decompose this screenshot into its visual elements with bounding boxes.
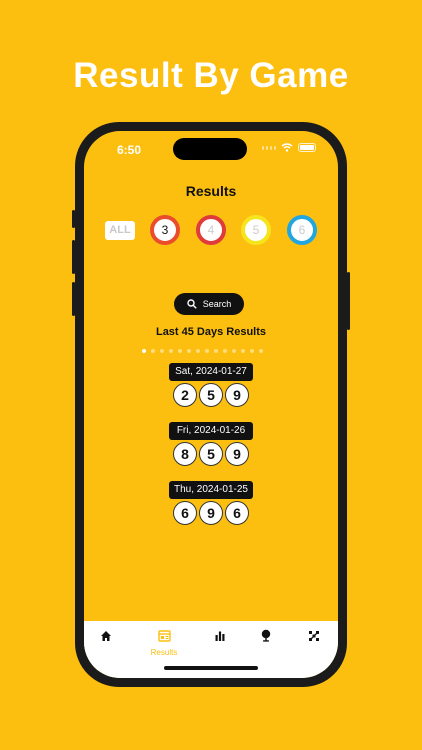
result-number-ball: 2	[173, 383, 197, 407]
draw-date: Fri, 2024-01-26	[169, 422, 253, 440]
app-screen: 6:50 Results ALL 3 4 5 6 Search Last 45 …	[84, 131, 338, 678]
filter-all-button[interactable]: ALL	[105, 221, 135, 240]
result-number-ball: 5	[199, 442, 223, 466]
tab-predict[interactable]	[246, 629, 286, 647]
pagination-dot[interactable]	[178, 349, 182, 353]
tab-bar: Results	[84, 621, 338, 678]
pagination-dots[interactable]	[142, 349, 263, 353]
result-number-ball: 6	[173, 501, 197, 525]
page-title: Results	[185, 183, 237, 199]
bar-chart-icon	[215, 631, 225, 641]
search-icon	[187, 299, 197, 309]
status-time: 6:50	[117, 143, 142, 157]
pagination-dot[interactable]	[214, 349, 218, 353]
status-bar: 6:50	[84, 131, 338, 167]
draw-result: Fri, 2024-01-26 8 5 9	[84, 422, 338, 466]
wifi-icon	[281, 143, 293, 152]
filter-game-6-button[interactable]: 6	[287, 215, 317, 245]
game-filter-row: ALL 3 4 5 6	[84, 215, 338, 247]
home-indicator	[164, 666, 258, 670]
phone-volume-down	[72, 282, 75, 316]
pagination-dot[interactable]	[259, 349, 263, 353]
draw-date: Thu, 2024-01-25	[169, 481, 253, 499]
tab-home[interactable]	[86, 629, 126, 647]
home-icon	[101, 631, 111, 641]
pagination-dot[interactable]	[142, 349, 146, 353]
signal-icon	[262, 145, 276, 150]
draw-result: Thu, 2024-01-25 6 9 6	[84, 481, 338, 525]
pagination-dot[interactable]	[160, 349, 164, 353]
pagination-dot[interactable]	[241, 349, 245, 353]
pagination-dot[interactable]	[196, 349, 200, 353]
filter-game-5-button[interactable]: 5	[241, 215, 271, 245]
pagination-dot[interactable]	[187, 349, 191, 353]
result-number-ball: 9	[199, 501, 223, 525]
pagination-dot[interactable]	[232, 349, 236, 353]
crystal-ball-icon	[261, 629, 271, 642]
phone-power-button	[347, 272, 350, 330]
pagination-dot[interactable]	[169, 349, 173, 353]
result-number-ball: 6	[225, 501, 249, 525]
promo-title: Result By Game	[73, 56, 349, 95]
filter-game-3-button[interactable]: 3	[150, 215, 180, 245]
pagination-dot[interactable]	[151, 349, 155, 353]
search-button[interactable]: Search	[174, 293, 244, 315]
draw-numbers: 8 5 9	[84, 442, 338, 466]
results-icon	[157, 630, 171, 642]
dynamic-island	[173, 138, 247, 160]
tab-stats[interactable]	[200, 629, 240, 647]
draw-result: Sat, 2024-01-27 2 5 9	[84, 363, 338, 407]
phone-side-button	[72, 210, 75, 228]
status-icons	[262, 143, 316, 152]
result-number-ball: 8	[173, 442, 197, 466]
pagination-dot[interactable]	[250, 349, 254, 353]
result-number-ball: 9	[225, 442, 249, 466]
phone-frame: 6:50 Results ALL 3 4 5 6 Search Last 45 …	[72, 122, 350, 687]
search-label: Search	[202, 299, 232, 309]
draw-date: Sat, 2024-01-27	[169, 363, 253, 381]
tab-tools[interactable]	[294, 629, 334, 647]
result-number-ball: 9	[225, 383, 249, 407]
draw-numbers: 2 5 9	[84, 383, 338, 407]
section-title: Last 45 Days Results	[155, 326, 267, 338]
tab-results[interactable]: Results	[144, 629, 184, 657]
draw-numbers: 6 9 6	[84, 501, 338, 525]
pagination-dot[interactable]	[223, 349, 227, 353]
tab-results-label: Results	[150, 648, 178, 657]
grid-tool-icon	[309, 631, 319, 641]
pagination-dot[interactable]	[205, 349, 209, 353]
filter-game-4-button[interactable]: 4	[196, 215, 226, 245]
phone-volume-up	[72, 240, 75, 274]
result-number-ball: 5	[199, 383, 223, 407]
battery-icon	[298, 143, 316, 152]
